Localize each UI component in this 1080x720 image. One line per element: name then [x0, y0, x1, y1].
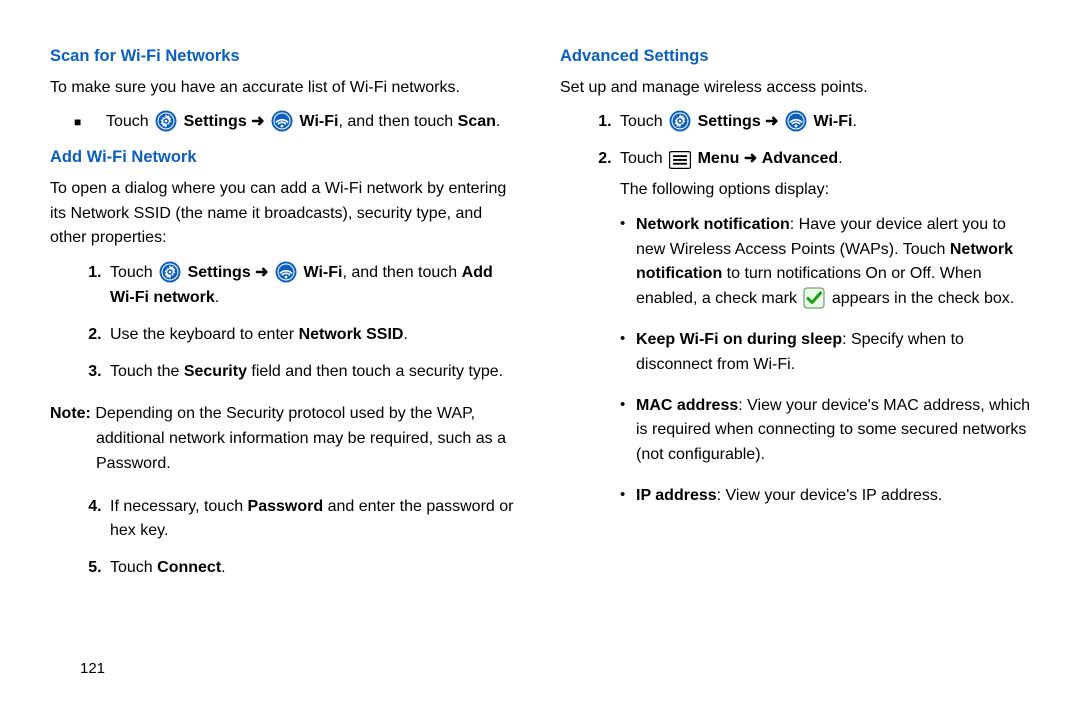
step-5: Touch Connect.	[106, 556, 520, 581]
page-number: 121	[80, 660, 105, 677]
text-bold: MAC address	[636, 397, 738, 414]
step-4: If necessary, touch Password and enter t…	[106, 495, 520, 545]
text: If necessary, touch	[110, 498, 248, 515]
text: .	[852, 113, 856, 130]
text-bold: Wi-Fi	[299, 113, 338, 130]
option-mac-address: MAC address: View your device's MAC addr…	[620, 394, 1030, 468]
text-bold: Wi-Fi	[813, 113, 852, 130]
text-bold: Connect	[157, 559, 221, 576]
text-bold: Network SSID	[299, 326, 404, 343]
text: , and then touch	[338, 113, 457, 130]
following-options: The following options display:	[620, 178, 1030, 203]
text: field and then touch a security type.	[247, 363, 503, 380]
text: : View your device's IP address.	[717, 487, 943, 504]
note-label: Note:	[50, 405, 91, 422]
text-bold: Settings	[188, 264, 251, 281]
menu-icon	[669, 151, 691, 169]
manual-page: Scan for Wi-Fi Networks To make sure you…	[0, 0, 1080, 720]
text-bold: Advanced	[762, 150, 838, 167]
adv-step-1: Touch Settings ➜ Wi-Fi.	[616, 110, 1030, 135]
option-network-notification: Network notification: Have your device a…	[620, 213, 1030, 312]
arrow-icon: ➜	[765, 113, 783, 130]
text: .	[403, 326, 407, 343]
text: .	[496, 113, 500, 130]
arrow-icon: ➜	[744, 150, 762, 167]
text: Touch	[106, 113, 153, 130]
text: .	[215, 289, 219, 306]
text-bold: Keep Wi-Fi on during sleep	[636, 331, 842, 348]
settings-icon	[159, 261, 181, 283]
option-ip-address: IP address: View your device's IP addres…	[620, 484, 1030, 509]
wifi-icon	[271, 110, 293, 132]
check-icon	[803, 287, 825, 309]
text: .	[221, 559, 225, 576]
text-bold: Password	[248, 498, 324, 515]
settings-icon	[155, 110, 177, 132]
text-bold: IP address	[636, 487, 717, 504]
left-column: Scan for Wi-Fi Networks To make sure you…	[30, 40, 540, 720]
add-intro: To open a dialog where you can add a Wi-…	[50, 177, 520, 251]
text-bold: Security	[184, 363, 247, 380]
note-body: Depending on the Security protocol used …	[91, 405, 506, 472]
text: Touch	[110, 559, 157, 576]
arrow-icon: ➜	[251, 113, 269, 130]
right-column: Advanced Settings Set up and manage wire…	[540, 40, 1050, 720]
step-3: Touch the Security field and then touch …	[106, 360, 520, 385]
wifi-icon	[275, 261, 297, 283]
step-2: Use the keyboard to enter Network SSID.	[106, 323, 520, 348]
note: Note: Depending on the Security protocol…	[50, 402, 520, 476]
text-bold: Scan	[458, 113, 496, 130]
text: .	[838, 150, 842, 167]
text: Touch the	[110, 363, 184, 380]
heading-add: Add Wi-Fi Network	[50, 145, 520, 171]
wifi-icon	[785, 110, 807, 132]
text-bold: Network notification	[636, 216, 790, 233]
heading-advanced: Advanced Settings	[560, 44, 1030, 70]
text: Touch	[620, 113, 667, 130]
settings-icon	[669, 110, 691, 132]
text-bold: Settings	[184, 113, 247, 130]
scan-bullet: Touch Settings ➜ Wi-Fi, and then touch S…	[50, 110, 520, 135]
text: Use the keyboard to enter	[110, 326, 299, 343]
adv-intro: Set up and manage wireless access points…	[560, 76, 1030, 101]
text-bold: Menu	[698, 150, 740, 167]
text-bold: Settings	[698, 113, 761, 130]
text-bold: Wi-Fi	[303, 264, 342, 281]
text: Touch	[110, 264, 157, 281]
arrow-icon: ➜	[255, 264, 273, 281]
text: appears in the check box.	[832, 290, 1014, 307]
step-1: Touch Settings ➜ Wi-Fi, and then touch A…	[106, 261, 520, 311]
text: Touch	[620, 150, 667, 167]
heading-scan: Scan for Wi-Fi Networks	[50, 44, 520, 70]
adv-step-2: Touch Menu ➜ Advanced. The following opt…	[616, 147, 1030, 509]
text: , and then touch	[342, 264, 461, 281]
option-keep-wifi: Keep Wi-Fi on during sleep: Specify when…	[620, 328, 1030, 378]
scan-intro: To make sure you have an accurate list o…	[50, 76, 520, 101]
